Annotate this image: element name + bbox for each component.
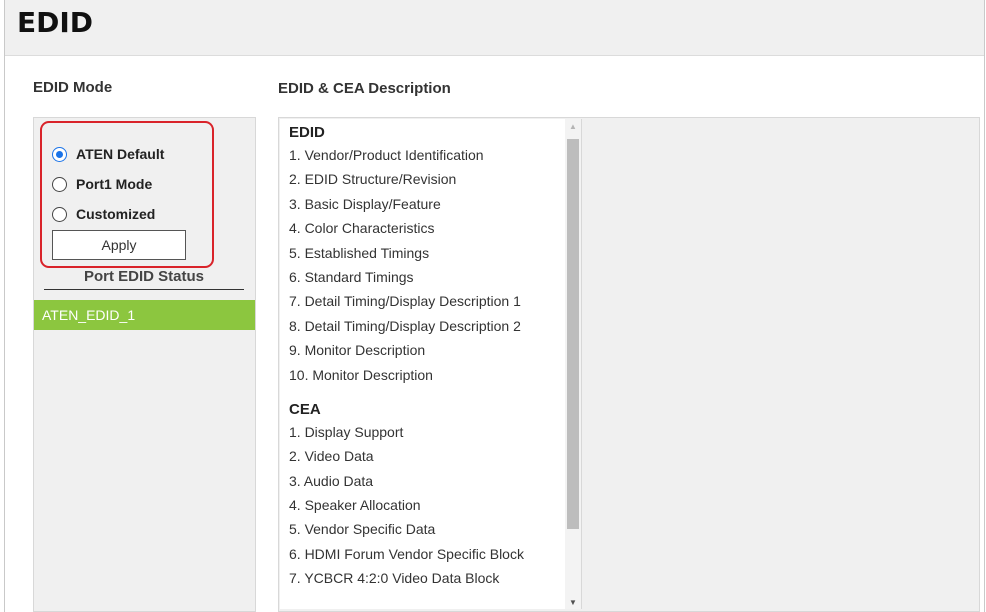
- list-item[interactable]: 1. Display Support: [289, 420, 569, 444]
- page-title: EDID: [17, 6, 94, 39]
- scroll-up-arrow-icon[interactable]: ▲: [569, 123, 577, 131]
- list-item[interactable]: 7. YCBCR 4:2:0 Video Data Block: [289, 566, 569, 590]
- description-list-content: EDID 1. Vendor/Product Identification 2.…: [289, 123, 569, 591]
- list-item[interactable]: 10. Monitor Description: [289, 363, 569, 387]
- list-item[interactable]: 4. Color Characteristics: [289, 216, 569, 240]
- list-item[interactable]: 6. HDMI Forum Vendor Specific Block: [289, 542, 569, 566]
- list-item[interactable]: 2. EDID Structure/Revision: [289, 167, 569, 191]
- radio-label: Customized: [76, 206, 156, 222]
- radio-unchecked-icon[interactable]: [52, 176, 67, 192]
- list-scrollbar[interactable]: ▲ ▼: [565, 119, 581, 609]
- radio-label: Port1 Mode: [76, 176, 153, 192]
- edid-mode-panel: ATEN Default Port1 Mode Customized Apply…: [33, 117, 256, 612]
- description-list[interactable]: EDID 1. Vendor/Product Identification 2.…: [280, 119, 582, 609]
- main-content: EDID Mode EDID & CEA Description ATEN De…: [5, 57, 984, 612]
- list-item[interactable]: 3. Audio Data: [289, 469, 569, 493]
- scroll-down-arrow-icon[interactable]: ▼: [569, 599, 577, 607]
- list-item[interactable]: 3. Basic Display/Feature: [289, 192, 569, 216]
- edid-page: EDID EDID Mode EDID & CEA Description AT…: [4, 0, 985, 612]
- status-divider: [44, 289, 244, 290]
- list-item[interactable]: 2. Video Data: [289, 444, 569, 468]
- list-item[interactable]: 5. Established Timings: [289, 241, 569, 265]
- apply-button[interactable]: Apply: [52, 230, 186, 260]
- port-edid-status-label: Port EDID Status: [83, 268, 204, 285]
- list-item[interactable]: 6. Standard Timings: [289, 265, 569, 289]
- port-edid-item[interactable]: ATEN_EDID_1: [34, 300, 255, 330]
- radio-label: ATEN Default: [76, 146, 165, 162]
- list-item[interactable]: 4. Speaker Allocation: [289, 493, 569, 517]
- group-title-edid: EDID: [289, 124, 325, 141]
- radio-checked-icon[interactable]: [52, 146, 67, 162]
- page-header: EDID: [5, 0, 984, 56]
- list-item[interactable]: 5. Vendor Specific Data: [289, 517, 569, 541]
- edid-mode-label: EDID Mode: [33, 79, 113, 96]
- radio-aten-default[interactable]: ATEN Default: [52, 144, 164, 164]
- radio-customized[interactable]: Customized: [52, 204, 155, 224]
- group-title-cea: CEA: [289, 400, 321, 418]
- radio-unchecked-icon[interactable]: [52, 206, 67, 222]
- list-item[interactable]: 8. Detail Timing/Display Description 2: [289, 314, 569, 338]
- description-label: EDID & CEA Description: [278, 80, 451, 97]
- radio-port1-mode[interactable]: Port1 Mode: [52, 174, 152, 194]
- list-item[interactable]: 9. Monitor Description: [289, 338, 569, 362]
- list-item[interactable]: 7. Detail Timing/Display Description 1: [289, 289, 569, 313]
- list-item[interactable]: 1. Vendor/Product Identification: [289, 143, 569, 167]
- description-panel: EDID 1. Vendor/Product Identification 2.…: [278, 117, 980, 612]
- scrollbar-thumb[interactable]: [567, 139, 579, 529]
